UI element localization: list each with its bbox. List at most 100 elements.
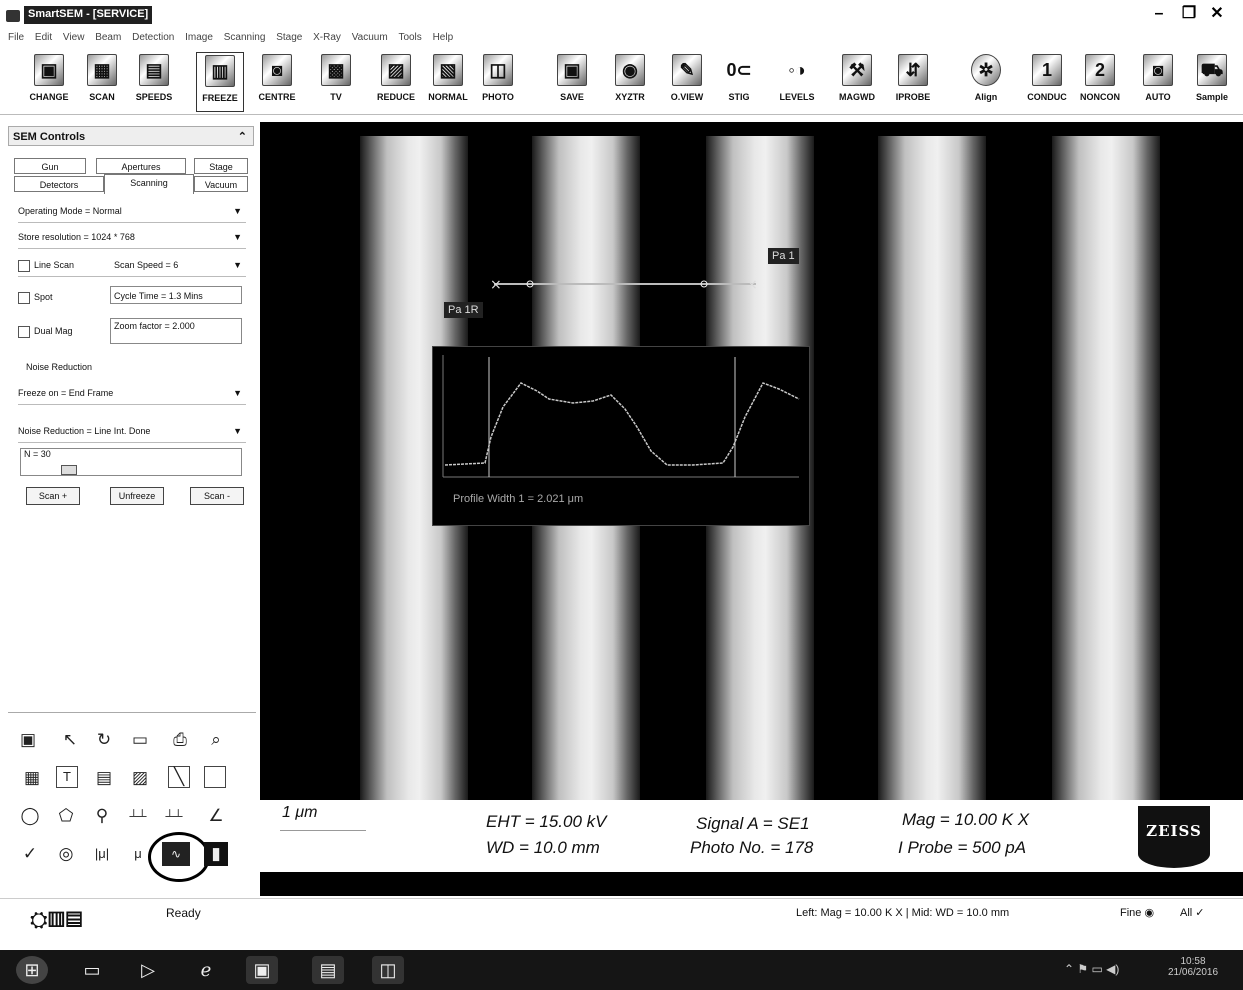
menu-detection[interactable]: Detection (132, 28, 174, 48)
tab-gun[interactable]: Gun (14, 158, 86, 174)
toolbar-tv-button[interactable]: ▩ TV (316, 52, 356, 110)
menu-image[interactable]: Image (185, 28, 213, 48)
internet-explorer-icon[interactable]: ℯ (190, 956, 222, 984)
dual-mag-row: Dual Mag Zoom factor = 2.000 (18, 318, 246, 344)
cursor-icon[interactable]: ↖ (58, 728, 82, 752)
stamp-icon[interactable]: ▦ (20, 766, 44, 790)
micron-scale-icon[interactable]: μ (126, 842, 150, 866)
tray-icons[interactable]: ⌃ ⚑ ▭ ◀) (1064, 962, 1119, 976)
text-icon[interactable]: T (56, 766, 78, 788)
layers-icon[interactable]: ▤ (92, 766, 116, 790)
line-icon[interactable]: ╲ (168, 766, 190, 788)
toolbar-noncon-button[interactable]: 2 NONCON (1076, 52, 1124, 110)
scan-minus-button[interactable]: Scan - (190, 487, 244, 505)
operating-mode-dropdown[interactable]: Operating Mode = Normal ▼ (18, 202, 246, 223)
tab-scanning[interactable]: Scanning (104, 174, 194, 194)
horizontal-marker-icon[interactable]: ┴┴ (126, 804, 150, 828)
rotate-icon[interactable]: ↻ (92, 728, 116, 752)
store-resolution-dropdown[interactable]: Store resolution = 1024 * 768 ▼ (18, 228, 246, 249)
menu-file[interactable]: File (8, 28, 24, 48)
scan-plus-button[interactable]: Scan + (26, 487, 80, 505)
menu-scanning[interactable]: Scanning (224, 28, 266, 48)
measure-icon[interactable]: ⚲ (90, 804, 114, 828)
media-player-icon[interactable]: ▷ (132, 956, 164, 984)
tab-apertures[interactable]: Apertures (96, 158, 186, 174)
close-button[interactable]: ✕ (1206, 4, 1228, 24)
measurement-line[interactable]: × × (490, 272, 770, 296)
all-toggle[interactable]: All ✓ (1180, 903, 1205, 923)
file-explorer-icon[interactable]: ▭ (76, 956, 108, 984)
micron-marker-icon[interactable]: |μ| (90, 842, 114, 866)
menu-bar: File Edit View Beam Detection Image Scan… (0, 28, 1243, 48)
tick-icon[interactable]: ✓ (18, 842, 42, 866)
toolbar-stig-button[interactable]: 0⊂ STIG (718, 52, 760, 110)
menu-edit[interactable]: Edit (35, 28, 52, 48)
bar-icon[interactable]: ▮ (204, 842, 228, 866)
toolbar-xyztr-button[interactable]: ◉ XYZTR (608, 52, 652, 110)
menu-beam[interactable]: Beam (95, 28, 121, 48)
noise-reduction-dropdown[interactable]: Noise Reduction = Line Int. Done ▼ (18, 422, 246, 443)
tab-stage[interactable]: Stage (194, 158, 248, 174)
menu-view[interactable]: View (63, 28, 85, 48)
menu-xray[interactable]: X-Ray (313, 28, 341, 48)
n-value-slider[interactable]: N = 30 (20, 448, 242, 476)
restore-button[interactable]: ❐ (1178, 4, 1200, 24)
menu-vacuum[interactable]: Vacuum (352, 28, 388, 48)
collapse-icon[interactable]: ⌃ (238, 127, 247, 147)
toolbar-change-button[interactable]: ▣ CHANGE (26, 52, 72, 110)
toolbar-speeds-button[interactable]: ▤ SPEEDS (130, 52, 178, 110)
toolbar-conduc-button[interactable]: 1 CONDUC (1024, 52, 1070, 110)
zeiss-app-icon[interactable]: ▣ (246, 956, 278, 984)
folder-icon[interactable]: ▭ (128, 728, 152, 752)
toolbar-sample-button[interactable]: ⛟ Sample (1190, 52, 1234, 110)
cycle-time-field[interactable]: Cycle Time = 1.3 Mins (110, 286, 242, 304)
circle-icon[interactable]: ◎ (54, 842, 78, 866)
image-icon[interactable]: ▣ (16, 728, 40, 752)
toolbar-iprobe-button[interactable]: ⇵ IPROBE (890, 52, 936, 110)
toolbar-auto-button[interactable]: ◙ AUTO (1138, 52, 1178, 110)
tab-vacuum[interactable]: Vacuum (194, 176, 248, 192)
annotation-tools-panel: ▣ ↖ ↻ ▭ ⎙ ⌕ ▦ T ▤ ▨ ╲ ◯ ⬠ ⚲ ┴┴ ┴┴ ∠ ✓ ◎ … (8, 708, 260, 898)
toolbar-oview-button[interactable]: ✎ O.VIEW (664, 52, 710, 110)
fine-toggle[interactable]: Fine ◉ (1120, 903, 1154, 923)
print-icon[interactable]: ⎙ (168, 728, 192, 752)
tab-detectors[interactable]: Detectors (14, 176, 104, 192)
toolbar-save-button[interactable]: ▣ SAVE (552, 52, 592, 110)
toolbar-reduce-button[interactable]: ▨ REDUCE (372, 52, 420, 110)
unfreeze-button[interactable]: Unfreeze (110, 487, 164, 505)
dual-mag-checkbox[interactable] (18, 325, 30, 338)
toolbar-align-button[interactable]: ✲ Align (966, 52, 1006, 110)
toolbar-centre-button[interactable]: ◙ CENTRE (254, 52, 300, 110)
toolbar-photo-button[interactable]: ◫ PHOTO (476, 52, 520, 110)
ellipse-icon[interactable]: ◯ (18, 804, 42, 828)
minimize-button[interactable]: – (1148, 4, 1170, 24)
spot-checkbox[interactable] (18, 291, 30, 304)
toolbar-normal-button[interactable]: ▧ NORMAL (424, 52, 472, 110)
zoom-icon[interactable]: ⌕ (204, 728, 228, 752)
toolbar-magwd-button[interactable]: ⚒ MAGWD (834, 52, 880, 110)
rectangle-icon[interactable] (204, 766, 226, 788)
status-mag-wd: Left: Mag = 10.00 K X | Mid: WD = 10.0 m… (796, 907, 1010, 919)
angle-icon[interactable]: ∠ (204, 804, 228, 828)
toolbar-freeze-button[interactable]: ▥ FREEZE (196, 52, 244, 112)
menu-help[interactable]: Help (433, 28, 454, 48)
slider-thumb[interactable] (61, 465, 77, 475)
toolbar-scan-button[interactable]: ▦ SCAN (80, 52, 124, 110)
horizontal-measure-icon[interactable]: ┴┴ (162, 804, 186, 828)
zoom-factor-slider[interactable]: Zoom factor = 2.000 (110, 318, 242, 344)
sem-controls-header[interactable]: SEM Controls ⌃ (8, 126, 254, 146)
scan-speed-dropdown[interactable]: Scan Speed = 6 (114, 256, 178, 274)
line-scan-checkbox[interactable] (18, 259, 30, 272)
toolbar-levels-button[interactable]: ◦◑ LEVELS (774, 52, 820, 110)
smartsem-icon[interactable]: ▤ (312, 956, 344, 984)
photo-icon[interactable]: ▨ (128, 766, 152, 790)
scale-bar-label: 1 μm (282, 804, 318, 821)
menu-tools[interactable]: Tools (398, 28, 421, 48)
polygon-icon[interactable]: ⬠ (54, 804, 78, 828)
start-icon[interactable]: ⊞ (16, 956, 48, 984)
clock[interactable]: 10:58 21/06/2016 (1168, 956, 1218, 978)
window-app-icon[interactable]: ◫ (372, 956, 404, 984)
menu-stage[interactable]: Stage (276, 28, 302, 48)
freeze-on-dropdown[interactable]: Freeze on = End Frame ▼ (18, 384, 246, 405)
stage-tools-icon[interactable]: ⛭▥▤ (30, 903, 134, 937)
